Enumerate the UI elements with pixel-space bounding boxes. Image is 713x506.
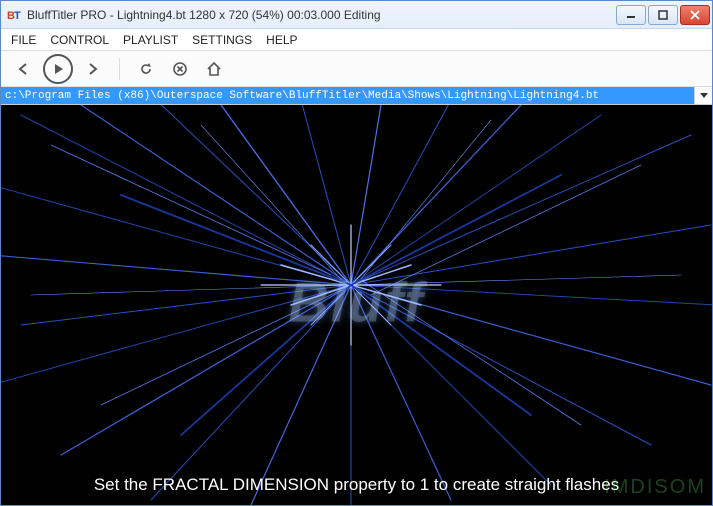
path-dropdown-button[interactable] [694, 87, 712, 104]
maximize-icon [658, 10, 668, 20]
back-button[interactable] [9, 55, 37, 83]
stop-button[interactable] [166, 55, 194, 83]
forward-arrow-icon [86, 62, 100, 76]
close-icon [690, 10, 700, 20]
stop-circle-icon [172, 61, 188, 77]
toolbar [1, 51, 712, 87]
menubar: FILE CONTROL PLAYLIST SETTINGS HELP [1, 29, 712, 51]
back-arrow-icon [16, 62, 30, 76]
window-controls [616, 5, 710, 25]
play-button[interactable] [43, 54, 73, 84]
pathbar: c:\Program Files (x86)\Outerspace Softwa… [1, 87, 712, 105]
app-window: BT BluffTitler PRO - Lightning4.bt 1280 … [0, 0, 713, 506]
menu-control[interactable]: CONTROL [50, 33, 109, 47]
forward-button[interactable] [79, 55, 107, 83]
titlebar: BT BluffTitler PRO - Lightning4.bt 1280 … [1, 1, 712, 29]
svg-text:T: T [14, 10, 21, 22]
menu-playlist[interactable]: PLAYLIST [123, 33, 178, 47]
preview-viewport[interactable]: Bluff Set the FRACTAL DIMENSION property… [1, 105, 712, 505]
toolbar-separator [119, 58, 120, 80]
menu-help[interactable]: HELP [266, 33, 297, 47]
play-icon [52, 63, 64, 75]
menu-settings[interactable]: SETTINGS [192, 33, 252, 47]
minimize-icon [626, 10, 636, 20]
close-button[interactable] [680, 5, 710, 25]
window-title: BluffTitler PRO - Lightning4.bt 1280 x 7… [27, 8, 616, 22]
reload-icon [138, 61, 154, 77]
minimize-button[interactable] [616, 5, 646, 25]
file-path[interactable]: c:\Program Files (x86)\Outerspace Softwa… [1, 87, 694, 104]
home-button[interactable] [200, 55, 228, 83]
lightning-render [1, 105, 712, 505]
home-icon [206, 61, 222, 77]
app-icon: BT [7, 7, 23, 23]
maximize-button[interactable] [648, 5, 678, 25]
chevron-down-icon [700, 92, 708, 100]
menu-file[interactable]: FILE [11, 33, 36, 47]
reload-button[interactable] [132, 55, 160, 83]
